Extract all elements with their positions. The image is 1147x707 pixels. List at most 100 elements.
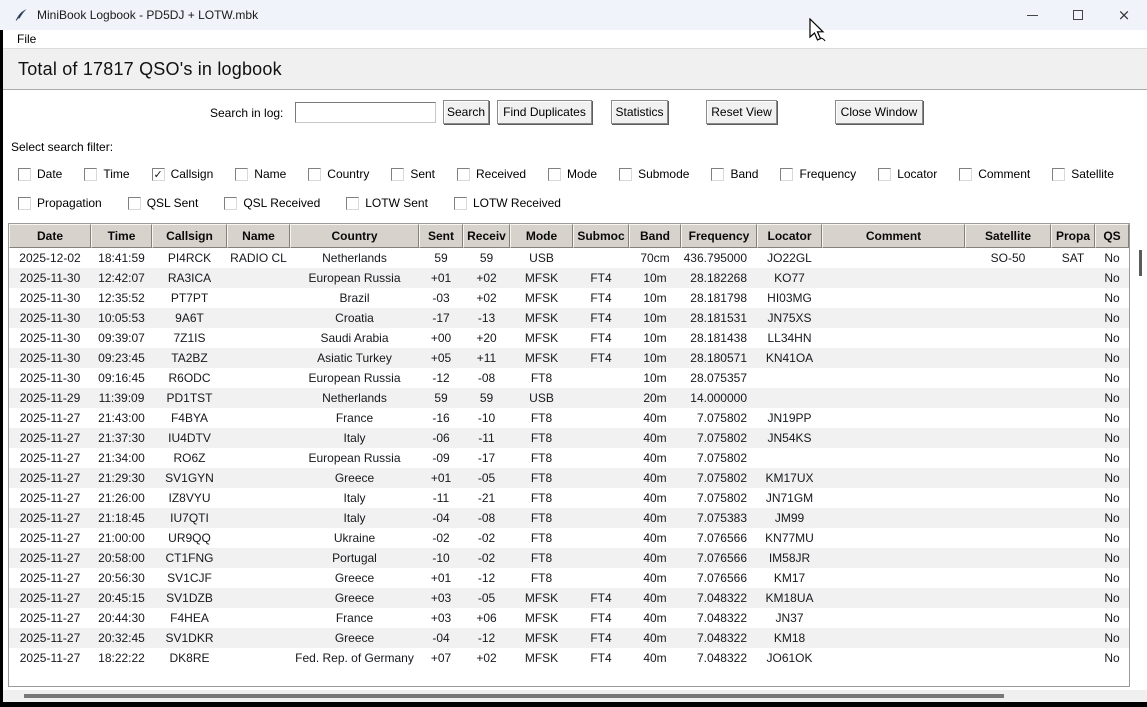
filter-checkbox-lotw-received[interactable]: LOTW Received	[454, 196, 561, 210]
filter-checkbox-propagation[interactable]: Propagation	[18, 196, 102, 210]
filter-checkbox-satellite[interactable]: Satellite	[1052, 167, 1114, 181]
close-window-button[interactable]: Close Window	[835, 100, 923, 124]
checkbox[interactable]	[346, 197, 359, 210]
search-button[interactable]: Search	[443, 100, 489, 124]
column-header-receiv[interactable]: Receiv	[463, 224, 510, 248]
checkbox[interactable]	[878, 168, 891, 181]
filter-checkbox-comment[interactable]: Comment	[959, 167, 1030, 181]
column-header-comment[interactable]: Comment	[822, 224, 965, 248]
search-input[interactable]	[295, 102, 436, 123]
checkbox[interactable]	[391, 168, 404, 181]
checkbox[interactable]	[548, 168, 561, 181]
filter-checkbox-locator[interactable]: Locator	[878, 167, 937, 181]
checkbox[interactable]: ✓	[152, 168, 165, 181]
checkbox[interactable]	[454, 197, 467, 210]
column-header-time[interactable]: Time	[91, 224, 152, 248]
filter-checkbox-band[interactable]: Band	[711, 167, 758, 181]
column-header-country[interactable]: Country	[290, 224, 419, 248]
table-row[interactable]: 2025-11-2720:56:30SV1CJFGreece+01-12FT84…	[9, 568, 1129, 588]
window-title: MiniBook Logbook - PD5DJ + LOTW.mbk	[37, 8, 258, 22]
filter-checkbox-frequency[interactable]: Frequency	[780, 167, 856, 181]
checkbox[interactable]	[84, 168, 97, 181]
table-row[interactable]: 2025-11-2911:39:09PD1TSTNetherlands5959U…	[9, 388, 1129, 408]
checkbox[interactable]	[780, 168, 793, 181]
column-header-locator[interactable]: Locator	[757, 224, 822, 248]
statistics-button[interactable]: Statistics	[611, 100, 668, 124]
table-cell	[757, 448, 822, 468]
checkbox[interactable]	[308, 168, 321, 181]
table-cell: -17	[419, 308, 463, 328]
filter-checkbox-time[interactable]: Time	[84, 167, 129, 181]
vertical-scrollbar[interactable]	[1137, 248, 1145, 686]
table-row[interactable]: 2025-11-2720:32:45SV1DKRGreece-04-12MFSK…	[9, 628, 1129, 648]
column-header-submoc[interactable]: Submoc	[573, 224, 629, 248]
horizontal-scrollbar-thumb[interactable]	[24, 694, 1004, 698]
column-header-date[interactable]: Date	[9, 224, 91, 248]
filter-checkbox-submode[interactable]: Submode	[619, 167, 689, 181]
column-header-callsign[interactable]: Callsign	[152, 224, 227, 248]
table-cell: 10m	[629, 288, 681, 308]
table-cell	[227, 588, 290, 608]
table-row[interactable]: 2025-11-3009:39:077Z1ISSaudi Arabia+00+2…	[9, 328, 1129, 348]
table-row[interactable]: 2025-11-3010:05:539A6TCroatia-17-13MFSKF…	[9, 308, 1129, 328]
table-row[interactable]: 2025-11-3009:16:45R6ODCEuropean Russia-1…	[9, 368, 1129, 388]
filter-checkbox-callsign[interactable]: ✓Callsign	[152, 167, 214, 181]
table-row[interactable]: 2025-11-3012:42:07RA3ICAEuropean Russia+…	[9, 268, 1129, 288]
table-row[interactable]: 2025-11-2721:00:00UR9QQUkraine-02-02FT84…	[9, 528, 1129, 548]
table-row[interactable]: 2025-11-2721:26:00IZ8VYUItaly-11-21FT840…	[9, 488, 1129, 508]
filter-checkbox-country[interactable]: Country	[308, 167, 369, 181]
table-row[interactable]: 2025-11-2721:29:30SV1GYNGreece+01-05FT84…	[9, 468, 1129, 488]
table-cell: No	[1095, 408, 1129, 428]
column-header-frequency[interactable]: Frequency	[681, 224, 757, 248]
close-icon[interactable]: ×	[1101, 0, 1147, 30]
column-header-band[interactable]: Band	[629, 224, 681, 248]
reset-view-button[interactable]: Reset View	[706, 100, 777, 124]
find-duplicates-button[interactable]: Find Duplicates	[497, 100, 592, 124]
checkbox[interactable]	[457, 168, 470, 181]
column-header-mode[interactable]: Mode	[510, 224, 573, 248]
filter-checkbox-received[interactable]: Received	[457, 167, 526, 181]
table-row[interactable]: 2025-11-2721:18:45IU7QTIItaly-04-08FT840…	[9, 508, 1129, 528]
table-row[interactable]: 2025-11-2720:45:15SV1DZBGreece+03-05MFSK…	[9, 588, 1129, 608]
maximize-icon[interactable]	[1055, 0, 1101, 30]
table-row[interactable]: 2025-11-2720:58:00CT1FNGPortugal-10-02FT…	[9, 548, 1129, 568]
table-cell: JN75XS	[757, 308, 822, 328]
checkbox[interactable]	[18, 197, 31, 210]
column-header-name[interactable]: Name	[227, 224, 290, 248]
column-header-satellite[interactable]: Satellite	[965, 224, 1051, 248]
table-row[interactable]: 2025-11-3009:23:45TA2BZAsiatic Turkey+05…	[9, 348, 1129, 368]
checkbox[interactable]	[18, 168, 31, 181]
checkbox[interactable]	[959, 168, 972, 181]
checkbox[interactable]	[235, 168, 248, 181]
table-row[interactable]: 2025-11-2720:44:30F4HEAFrance+03+06MFSKF…	[9, 608, 1129, 628]
table-row[interactable]: 2025-11-2721:43:00F4BYAFrance-16-10FT840…	[9, 408, 1129, 428]
table-cell	[1051, 568, 1095, 588]
table-row[interactable]: 2025-11-2718:22:22DK8REFed. Rep. of Germ…	[9, 648, 1129, 668]
table-row[interactable]: 2025-11-2721:37:30IU4DTVItaly-06-11FT840…	[9, 428, 1129, 448]
checkbox[interactable]	[619, 168, 632, 181]
minimize-icon[interactable]	[1009, 0, 1055, 30]
column-header-sent[interactable]: Sent	[419, 224, 463, 248]
column-header-qs[interactable]: QS	[1095, 224, 1129, 248]
column-header-propa[interactable]: Propa	[1051, 224, 1095, 248]
filter-checkbox-mode[interactable]: Mode	[548, 167, 597, 181]
checkbox[interactable]	[1052, 168, 1065, 181]
table-row[interactable]: 2025-11-2721:34:00RO6ZEuropean Russia-09…	[9, 448, 1129, 468]
table-cell: KM18	[757, 628, 822, 648]
horizontal-scrollbar[interactable]	[3, 690, 1147, 702]
table-cell: -08	[463, 508, 510, 528]
filter-checkbox-qsl-sent[interactable]: QSL Sent	[128, 196, 199, 210]
filter-checkbox-name[interactable]: Name	[235, 167, 286, 181]
menu-item-file[interactable]: File	[11, 32, 42, 46]
checkbox[interactable]	[224, 197, 237, 210]
filter-checkbox-qsl-received[interactable]: QSL Received	[224, 196, 320, 210]
table-row[interactable]: 2025-11-3012:35:52PT7PTBrazil-03+02MFSKF…	[9, 288, 1129, 308]
filter-checkbox-lotw-sent[interactable]: LOTW Sent	[346, 196, 428, 210]
vertical-scrollbar-thumb[interactable]	[1139, 250, 1142, 276]
checkbox[interactable]	[128, 197, 141, 210]
table-row[interactable]: 2025-12-0218:41:59PI4RCKRADIO CLNetherla…	[9, 248, 1129, 268]
checkbox[interactable]	[711, 168, 724, 181]
filter-checkbox-date[interactable]: Date	[18, 167, 62, 181]
filter-checkbox-sent[interactable]: Sent	[391, 167, 435, 181]
table-cell: 2025-11-30	[9, 328, 91, 348]
